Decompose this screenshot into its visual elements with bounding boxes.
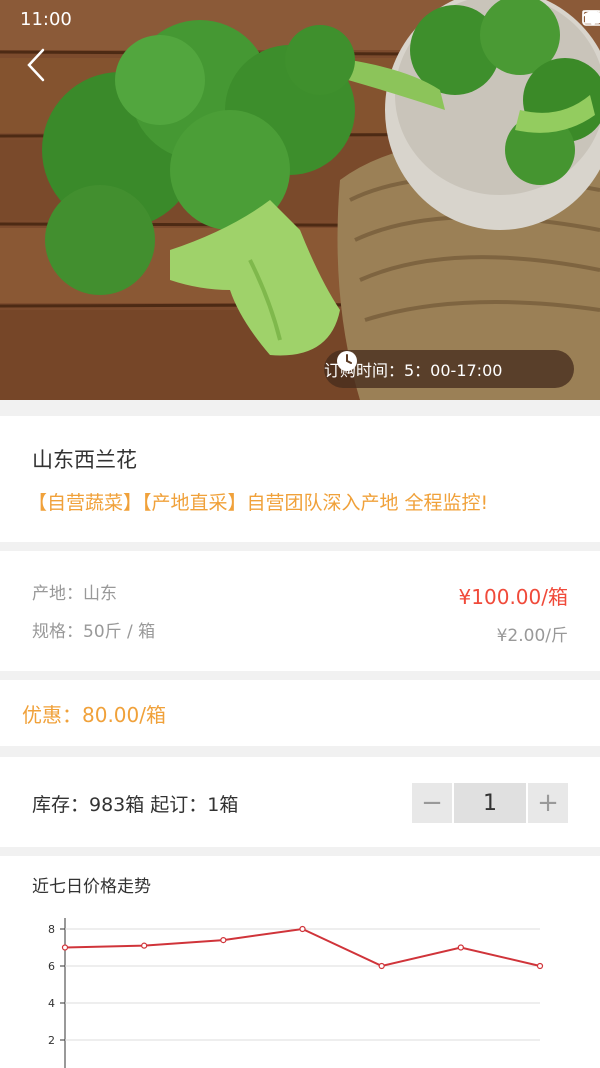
price-trend-chart: 2 4 6 8 (48, 918, 544, 1068)
battery-icon (582, 10, 600, 26)
clock-icon (337, 351, 357, 371)
y-tick-label: 8 (48, 923, 55, 936)
order-time-badge: 订购时间：5：00-17:00 (324, 350, 574, 388)
product-tagline: 【自营蔬菜】【产地直采】自营团队深入产地 全程监控! (28, 492, 489, 514)
quantity-stepper: − 1 + (412, 783, 568, 823)
box-price: ¥100.00/箱 (458, 585, 568, 609)
stock-text: 库存：983箱 起订：1箱 (32, 794, 239, 816)
product-info-card: 产地：山东 规格：50斤 / 箱 ¥100.00/箱 ¥2.00/斤 (0, 551, 600, 671)
chart-title: 近七日价格走势 (32, 877, 151, 897)
status-time: 11:00 (20, 9, 72, 30)
price-point (378, 962, 385, 970)
y-tick-label: 6 (48, 960, 55, 973)
product-title-card: 山东西兰花 【自营蔬菜】【产地直采】自营团队深入产地 全程监控! (0, 416, 600, 542)
price-point (141, 942, 148, 949)
y-tick-label: 2 (48, 1034, 55, 1047)
discount-text: 优惠：80.00/箱 (22, 703, 166, 727)
decrease-button[interactable]: − (412, 783, 452, 823)
price-point (536, 962, 544, 970)
discount-card: 优惠：80.00/箱 (0, 680, 600, 746)
spec-text: 规格：50斤 / 箱 (32, 622, 156, 642)
price-point (61, 944, 69, 951)
price-point (457, 944, 464, 951)
origin-text: 产地：山东 (32, 584, 117, 604)
status-bar: 11:00 (0, 0, 600, 40)
quantity-value[interactable]: 1 (454, 783, 526, 823)
product-hero-image: 11:00 订购时间：5：00-17:00 (0, 0, 600, 400)
stock-card: 库存：983箱 起订：1箱 − 1 + (0, 757, 600, 847)
y-tick-label: 4 (48, 997, 55, 1010)
unit-price: ¥2.00/斤 (496, 626, 568, 646)
back-arrow-icon (27, 48, 45, 82)
broccoli-photo (0, 0, 600, 400)
price-trend-card: 近七日价格走势 2 4 6 8 (0, 856, 600, 1068)
price-point (299, 925, 306, 933)
price-series-line (64, 927, 541, 968)
increase-button[interactable]: + (528, 783, 568, 823)
price-point (220, 936, 227, 944)
back-button[interactable] (26, 48, 56, 88)
product-name: 山东西兰花 (32, 448, 137, 472)
